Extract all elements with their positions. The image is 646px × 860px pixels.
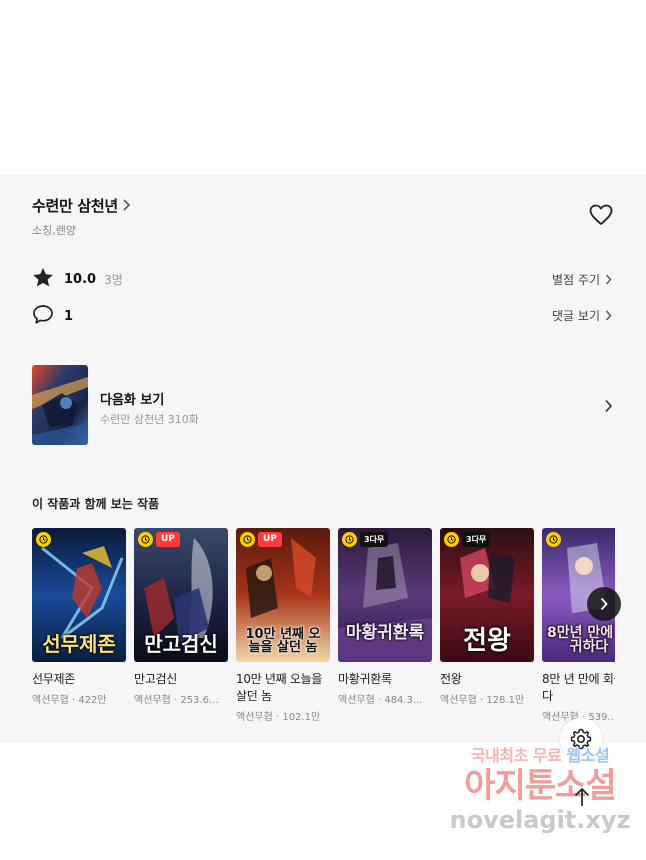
recommendation-item[interactable]: UP 만고검신 만고검신 액션무협 · 253.6... — [134, 528, 228, 706]
recommendation-title: 선무제존 — [32, 672, 75, 686]
series-authors: 소칭,렌양 — [32, 224, 76, 237]
recommendation-meta: 액션무협 · 484.3... — [338, 695, 423, 706]
wait-free-badge: 3다무 — [360, 532, 389, 547]
comment-summary: 1 — [32, 304, 73, 329]
watermark-line3: novelagit.xyz — [449, 806, 631, 834]
rating-value: 10.0 — [64, 272, 97, 287]
rating-summary: 10.0 3명 — [32, 267, 123, 292]
recommendation-meta: 액션무협 · 253.6... — [134, 695, 219, 706]
up-badge: UP — [258, 532, 282, 547]
recommendation-meta: 액션무협 · 128.1만 — [440, 695, 525, 706]
next-episode-subtitle: 수련만 삼천년 310화 — [100, 413, 199, 426]
recommendation-cover: 선무제존 — [32, 528, 126, 662]
wait-free-badge: 3다무 — [462, 532, 491, 547]
clock-icon — [444, 532, 459, 547]
recommendation-item[interactable]: 8만년 만에 회귀하다 8만 년 만에 회귀하다 액션무협 · 539.… — [542, 528, 615, 723]
series-info-section: 수련만 삼천년 소칭,렌양 10.0 3명 별점 주기 1 댓글 보기 — [0, 175, 646, 347]
recommendation-title: 전왕 — [440, 672, 462, 686]
cover-title-art: 선무제존 — [42, 632, 116, 656]
recommendation-cover: UP 10만 년째 오늘을 살던 놈 — [236, 528, 330, 662]
cover-title-art: 8만년 만에 회귀하다 — [547, 625, 615, 655]
star-filled-icon — [32, 267, 54, 292]
recommendation-meta: 액션무협 · 422만 — [32, 695, 107, 706]
cover-title-art: 만고검신 — [144, 632, 218, 656]
arrow-up-icon — [574, 787, 590, 806]
recommendations-heading: 이 작품과 함께 보는 작품 — [32, 497, 160, 511]
clock-icon — [36, 532, 51, 547]
chevron-right-icon — [604, 398, 613, 417]
clock-icon — [342, 532, 357, 547]
watermark-line1: 국내최초 무료 웹소설 — [440, 742, 640, 766]
watermark-line1-highlight: 웹소설 — [566, 746, 610, 765]
up-badge: UP — [156, 532, 180, 547]
recommendation-title: 마황귀환록 — [338, 672, 392, 686]
cover-title-art: 마황귀환록 — [345, 623, 425, 643]
speech-bubble-icon — [32, 304, 54, 329]
recommendation-cover: 3다무 마황귀환록 — [338, 528, 432, 662]
comments-button[interactable]: 댓글 보기 — [552, 307, 612, 324]
watermark: 국내최초 무료 웹소설 아지툰소설 novelagit.xyz — [440, 742, 640, 834]
series-panel: 수련만 삼천년 소칭,렌양 10.0 3명 별점 주기 1 댓글 보기 다음화 … — [0, 175, 646, 743]
top-blank-area — [0, 0, 646, 175]
next-episode-card[interactable]: 다음화 보기 수련만 삼천년 310화 — [0, 351, 646, 460]
recommendations-section: 이 작품과 함께 보는 작품 선무제존 선무제존 액션무협 · 422만 UP … — [0, 464, 646, 743]
watermark-line2: 아지툰소설 — [464, 766, 616, 806]
recommendation-cover: UP 만고검신 — [134, 528, 228, 662]
watermark-line1-text: 국내최초 무료 — [470, 746, 562, 765]
scroll-to-top-button[interactable] — [568, 783, 596, 811]
cover-title-art: 전왕 — [463, 626, 511, 656]
recommendation-cover: 3다무 전왕 — [440, 528, 534, 662]
comment-count: 1 — [64, 309, 74, 324]
clock-icon — [138, 532, 153, 547]
rate-label: 별점 주기 — [552, 273, 600, 287]
recommendation-item[interactable]: UP 10만 년째 오늘을 살던 놈 10만 년째 오늘을 살던 놈 액션무협 … — [236, 528, 330, 723]
clock-icon — [546, 532, 561, 547]
recommendation-title: 8만 년 만에 회귀하다 — [542, 672, 615, 703]
chevron-right-icon — [605, 310, 612, 321]
chevron-right-icon — [605, 274, 612, 285]
series-title-link[interactable]: 수련만 삼천년 — [32, 195, 131, 216]
chevron-right-icon — [122, 196, 131, 215]
heart-outline-icon[interactable] — [589, 204, 613, 230]
rating-count: 3명 — [104, 273, 123, 287]
carousel-next-button[interactable] — [587, 587, 621, 621]
recommendation-meta: 액션무협 · 102.1만 — [236, 712, 321, 723]
series-title: 수련만 삼천년 — [32, 197, 118, 215]
cover-title-art: 10만 년째 오늘을 살던 놈 — [245, 627, 321, 655]
recommendation-item[interactable]: 3다무 마황귀환록 마황귀환록 액션무협 · 484.3... — [338, 528, 432, 706]
next-episode-thumbnail — [32, 365, 88, 445]
recommendation-title: 10만 년째 오늘을 살던 놈 — [236, 672, 323, 703]
chevron-right-icon — [600, 597, 608, 611]
clock-icon — [240, 532, 255, 547]
comments-label: 댓글 보기 — [552, 309, 600, 323]
recommendation-item[interactable]: 3다무 전왕 전왕 액션무협 · 128.1만 — [440, 528, 534, 706]
rate-button[interactable]: 별점 주기 — [552, 271, 612, 288]
next-episode-label: 다음화 보기 — [100, 393, 165, 408]
recommendations-carousel[interactable]: 선무제존 선무제존 액션무협 · 422만 UP 만고검신 만고검신 액션무협 … — [32, 528, 615, 743]
recommendation-item[interactable]: 선무제존 선무제존 액션무협 · 422만 — [32, 528, 126, 706]
recommendation-title: 만고검신 — [134, 672, 177, 686]
